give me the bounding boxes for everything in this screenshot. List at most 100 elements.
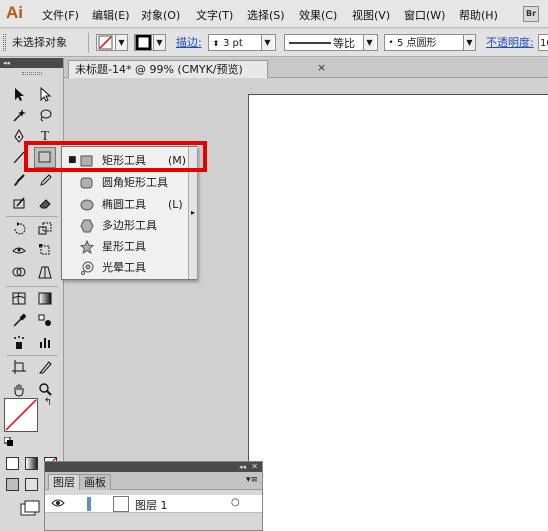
chevron-down-icon: ▼ [261,35,273,50]
no-fill-icon [5,399,37,431]
tab-layers[interactable]: 图层 [48,474,80,490]
draw-normal-icon[interactable] [6,478,19,491]
column-graph-tool-icon[interactable] [34,332,56,353]
menu-object[interactable]: 对象(O) [141,7,180,23]
artboard[interactable] [248,94,548,531]
highlight-annotation [24,141,207,172]
menu-bar: Ai 文件(F) 编辑(E) 对象(O) 文字(T) 选择(S) 效果(C) 视… [0,0,548,28]
divider [88,33,89,53]
default-colors-icon[interactable] [3,436,14,447]
layers-panel: ◂◂ ✕ 图层 画板 ▾≡ 图层 1 ○ [44,461,263,531]
perspective-grid-tool-icon[interactable] [34,262,56,283]
flyout-item-ellipse-tool[interactable]: 椭圆工具 (L) [62,194,188,215]
stroke-profile-dropdown[interactable]: 等比 ▼ [284,34,378,51]
flyout-item-label: 椭圆工具 [102,198,146,211]
menu-edit[interactable]: 编辑(E) [92,7,130,23]
chevron-down-icon: ▼ [115,35,127,50]
menu-help[interactable]: 帮助(H) [459,7,498,23]
color-mode-icon[interactable] [6,457,19,470]
flyout-item-flare-tool[interactable]: 光晕工具 [62,257,188,278]
opacity-label-link[interactable]: 不透明度: [486,34,534,51]
direct-selection-tool-icon[interactable] [34,84,56,105]
stroke-profile-value: 等比 [333,37,355,50]
layer-row[interactable]: 图层 1 ○ [45,495,262,513]
blob-brush-tool-icon[interactable] [8,193,30,214]
app-logo: Ai [6,3,23,22]
stroke-color-dropdown[interactable]: ▼ [134,34,166,51]
stepper-icon[interactable]: ⬍ [209,35,223,52]
control-bar: 未选择对象 ▼ ▼ 描边: ⬍ 3 pt ▼ 等比 ▼ • 5 点圆形 ▼ 不透明度: 1… [0,29,548,57]
stroke-weight-field[interactable]: ⬍ 3 pt ▼ [208,34,276,51]
flyout-item-rounded-rectangle-tool[interactable]: 圆角矩形工具 [62,172,188,193]
flyout-item-label: 多边形工具 [102,219,157,232]
control-bar-grip[interactable] [3,34,6,51]
divider [6,216,58,217]
shape-builder-tool-icon[interactable] [8,262,30,283]
pencil-tool-icon[interactable] [34,170,56,191]
free-transform-tool-icon[interactable] [34,240,56,261]
eraser-tool-icon[interactable] [34,193,56,214]
eye-icon[interactable] [51,498,65,511]
rotate-tool-icon[interactable] [8,218,30,239]
scale-tool-icon[interactable] [34,218,56,239]
chevron-down-icon: ▼ [363,35,375,50]
menu-select[interactable]: 选择(S) [247,7,285,23]
width-tool-icon[interactable] [8,240,30,261]
chevron-down-icon: ▼ [463,35,475,50]
draw-behind-icon[interactable] [25,478,38,491]
brush-dropdown[interactable]: • 5 点圆形 ▼ [384,34,476,51]
opacity-field[interactable]: 10 [538,34,548,51]
gradient-tool-icon[interactable] [34,288,56,309]
menu-file[interactable]: 文件(F) [42,7,79,23]
mesh-tool-icon[interactable] [8,288,30,309]
selection-status: 未选择对象 [12,36,67,49]
fill-swatch[interactable] [4,398,38,432]
brush-value: 5 点圆形 [397,38,437,49]
ellipse-icon [80,199,94,211]
flyout-item-polygon-tool[interactable]: 多边形工具 [62,215,188,236]
flyout-item-shortcut: (L) [168,198,183,211]
magic-wand-tool-icon[interactable] [8,105,30,126]
bridge-button[interactable]: Br [523,6,539,22]
slice-tool-icon[interactable] [34,357,56,378]
paintbrush-tool-icon[interactable] [8,170,30,191]
layers-panel-header[interactable]: ◂◂ ✕ [45,462,262,472]
no-fill-icon [98,35,113,50]
menu-effect[interactable]: 效果(C) [299,7,337,23]
close-icon[interactable]: × [317,61,326,74]
document-tab[interactable]: 未标题-14* @ 99% (CMYK/预览) [68,60,268,78]
document-tab-title: 未标题-14* @ 99% (CMYK/预览) [75,63,243,76]
blend-tool-icon[interactable] [34,310,56,331]
layers-panel-tabs: 图层 画板 ▾≡ [45,472,262,490]
collapse-icon[interactable]: ◂◂ [239,462,246,472]
flyout-item-label: 光晕工具 [102,261,146,274]
lasso-tool-icon[interactable] [34,105,56,126]
tab-artboards[interactable]: 画板 [79,474,111,490]
symbol-sprayer-tool-icon[interactable] [8,332,30,353]
eyedropper-tool-icon[interactable] [8,310,30,331]
target-icon[interactable]: ○ [231,497,240,508]
flare-icon [81,261,94,275]
star-icon [80,240,94,254]
stroke-weight-value: 3 pt [223,38,243,49]
artboard-tool-icon[interactable] [8,357,30,378]
toolbox-grip[interactable] [22,72,42,75]
fill-color-dropdown[interactable]: ▼ [96,34,128,51]
rounded-rectangle-icon [80,177,93,189]
screen-mode-icon[interactable] [20,500,40,516]
hand-tool-icon[interactable] [8,379,30,400]
toolbox-collapse-icon[interactable]: ◂◂ [0,58,63,68]
chevron-down-icon: ▼ [153,35,165,50]
swap-fill-stroke-icon[interactable]: ↰ [40,396,56,410]
stroke-label-link[interactable]: 描边: [176,34,202,51]
flyout-item-star-tool[interactable]: 星形工具 [62,236,188,257]
selection-tool-icon[interactable] [8,84,30,105]
menu-view[interactable]: 视图(V) [352,7,390,23]
menu-window[interactable]: 窗口(W) [404,7,445,23]
close-icon[interactable]: ✕ [251,462,258,472]
divider [6,355,58,356]
panel-menu-icon[interactable]: ▾≡ [246,475,258,485]
menu-type[interactable]: 文字(T) [196,7,233,23]
gradient-mode-icon[interactable] [25,457,38,470]
layer-name[interactable]: 图层 1 [135,497,168,513]
